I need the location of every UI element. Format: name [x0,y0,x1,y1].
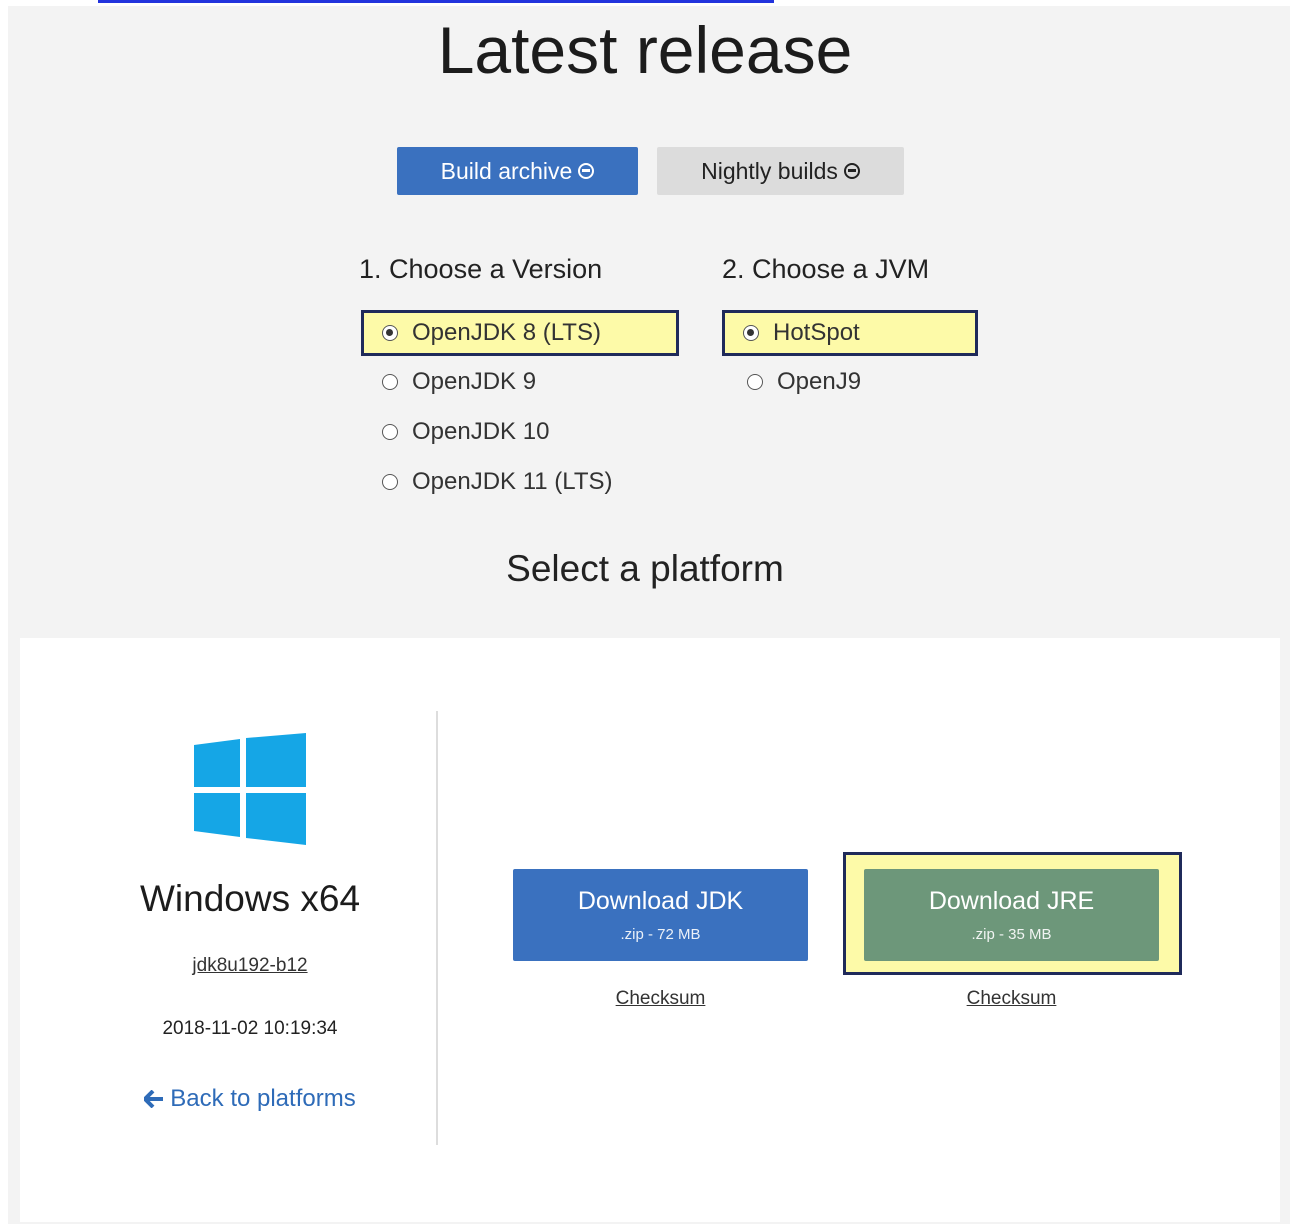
back-to-platforms-link[interactable]: Back to platforms [100,1085,400,1113]
build-archive-button[interactable]: Build archive [397,147,638,195]
download-jre-button[interactable]: Download JRE .zip - 35 MB [864,869,1159,961]
radio-icon [382,424,398,440]
version-option-openjdk8[interactable]: OpenJDK 8 (LTS) [361,310,679,356]
platform-heading: Select a platform [506,548,784,589]
nightly-builds-button[interactable]: Nightly builds [657,147,904,195]
jvm-heading: 2. Choose a JVM [722,254,930,284]
build-archive-label: Build archive [440,157,573,184]
jre-checksum-link[interactable]: Checksum [864,988,1159,1010]
radio-selected-icon [743,325,759,341]
version-heading: 1. Choose a Version [359,254,603,284]
jvm-label: HotSpot [773,319,860,346]
windows-logo-icon [194,733,306,845]
build-timestamp: 2018-11-02 10:19:34 [162,1018,338,1039]
jvm-option-openj9[interactable]: OpenJ9 [747,368,861,396]
radio-selected-icon [382,325,398,341]
jvm-option-hotspot[interactable]: HotSpot [722,310,978,356]
radio-icon [382,474,398,490]
minus-circle-icon [843,163,860,179]
version-option-openjdk10[interactable]: OpenJDK 10 [382,418,549,446]
build-version-link[interactable]: jdk8u192-b12 [100,955,400,977]
download-jdk-button[interactable]: Download JDK .zip - 72 MB [513,869,808,961]
download-jdk-label: Download JDK [577,887,744,915]
version-label: OpenJDK 10 [412,418,550,445]
version-label: OpenJDK 11 (LTS) [412,468,613,495]
version-option-openjdk11[interactable]: OpenJDK 11 (LTS) [382,468,613,496]
jvm-label: OpenJ9 [777,368,862,395]
version-option-openjdk9[interactable]: OpenJDK 9 [382,368,536,396]
download-jre-label: Download JRE [928,887,1095,915]
version-label: OpenJDK 8 (LTS) [412,319,601,346]
page-title: Latest release [437,13,853,87]
vertical-divider [436,711,438,1145]
radio-icon [747,374,763,390]
version-label: OpenJDK 9 [412,368,537,395]
back-label: Back to platforms [170,1085,356,1112]
radio-icon [382,374,398,390]
jdk-checksum-link[interactable]: Checksum [513,988,808,1010]
platform-name: Windows x64 [139,878,361,919]
top-link-underline[interactable] [98,0,774,3]
minus-circle-icon [578,163,595,179]
download-jdk-detail: .zip - 72 MB [620,926,701,943]
nightly-builds-label: Nightly builds [701,157,838,184]
download-jre-detail: .zip - 35 MB [971,926,1052,943]
arrow-left-icon [144,1090,164,1108]
